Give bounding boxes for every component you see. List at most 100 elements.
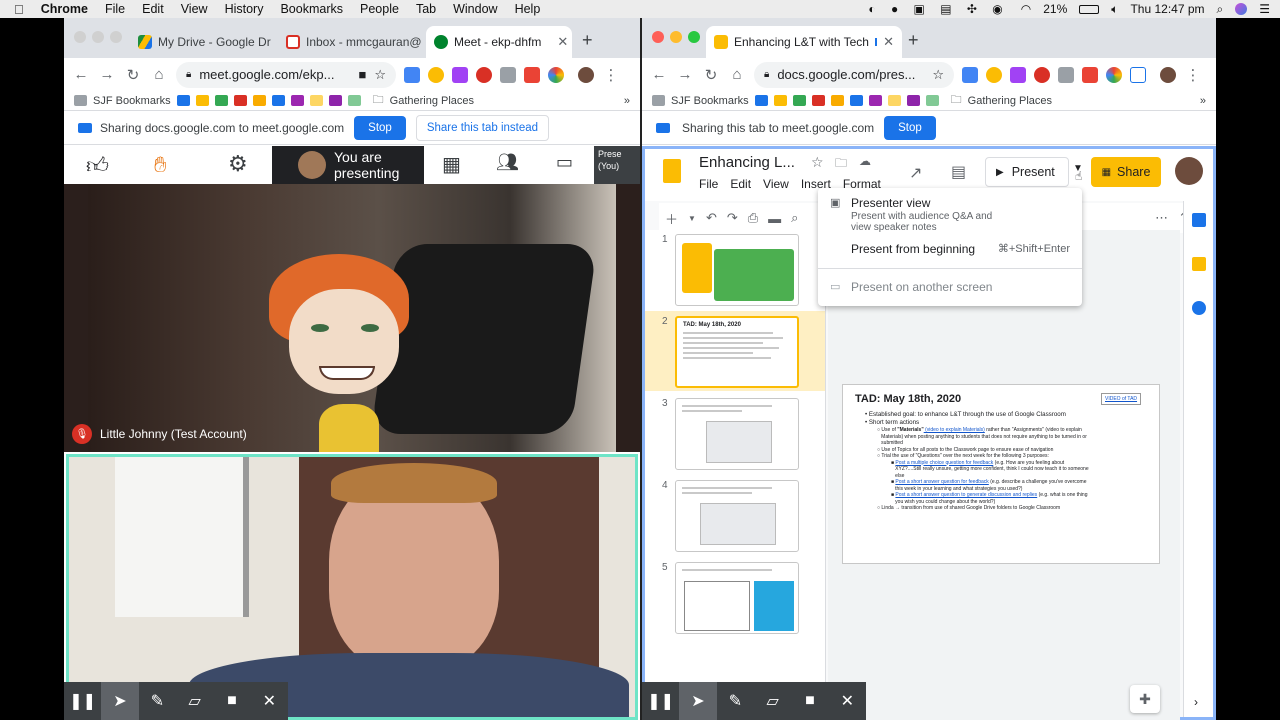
slide-thumbnail-5[interactable] bbox=[675, 562, 799, 634]
extension-icon[interactable] bbox=[452, 66, 468, 83]
siri-icon[interactable] bbox=[1235, 3, 1248, 15]
bookmark-icon[interactable] bbox=[925, 95, 939, 106]
bookmark-sjf[interactable]: SJF Bookmarks bbox=[671, 95, 749, 107]
move-folder-icon[interactable]: 🗀 bbox=[835, 154, 847, 175]
new-tab-button[interactable]: + bbox=[582, 30, 593, 51]
bookmark-icon[interactable] bbox=[868, 95, 882, 106]
browser-menu-icon[interactable]: ⋮ bbox=[598, 66, 624, 84]
menu-edit[interactable]: Edit bbox=[730, 177, 751, 191]
self-video-tile[interactable] bbox=[66, 454, 638, 720]
bookmark-sjf[interactable]: SJF Bookmarks bbox=[93, 95, 171, 107]
bookmark-icon[interactable] bbox=[849, 95, 863, 106]
extension-icon[interactable] bbox=[1106, 66, 1122, 83]
extension-icon[interactable] bbox=[428, 66, 444, 83]
slide-thumbnail-1[interactable] bbox=[675, 234, 799, 306]
bookmark-icon[interactable] bbox=[309, 95, 323, 106]
stop-sharing-button[interactable]: Stop bbox=[354, 115, 406, 140]
stop-sharing-button[interactable]: Stop bbox=[884, 115, 936, 140]
extension-icon[interactable] bbox=[962, 66, 978, 83]
menu-view[interactable]: View bbox=[181, 2, 208, 16]
menu-app-name[interactable]: Chrome bbox=[41, 2, 88, 16]
close-tab-icon[interactable]: ✕ bbox=[883, 34, 894, 50]
menu-history[interactable]: History bbox=[225, 2, 264, 16]
extension-icon[interactable] bbox=[1130, 66, 1146, 83]
expand-panel-icon[interactable]: › bbox=[1194, 695, 1198, 709]
pen-icon[interactable]: ✎ bbox=[139, 682, 176, 720]
raise-hand-icon[interactable]: ✋︎ bbox=[154, 152, 167, 178]
menu-file[interactable]: File bbox=[699, 177, 718, 191]
comments-icon[interactable]: ▤ bbox=[951, 162, 966, 182]
main-video-tile[interactable]: 🎙︎ Little Johnny (Test Account) bbox=[64, 184, 640, 452]
window-close-button[interactable] bbox=[652, 31, 664, 43]
tab-slides[interactable]: Enhancing L&T with Tech ✕ bbox=[706, 26, 902, 58]
slide-thumbnail-4[interactable] bbox=[675, 480, 799, 552]
menu-file[interactable]: File bbox=[105, 2, 125, 16]
bookmark-icon[interactable] bbox=[271, 95, 285, 106]
back-icon[interactable]: ← bbox=[68, 66, 94, 83]
gmail-bookmark-icon[interactable] bbox=[233, 95, 247, 106]
battery-icon[interactable] bbox=[1079, 4, 1100, 14]
slide-thumbnail-2[interactable]: TAD: May 18th, 2020 bbox=[675, 316, 799, 388]
bookmark-icon[interactable] bbox=[347, 95, 361, 106]
extension-icon[interactable] bbox=[986, 66, 1002, 83]
extension-icon[interactable] bbox=[476, 66, 492, 83]
new-slide-icon[interactable]: ＋ bbox=[665, 209, 678, 228]
tasks-icon[interactable] bbox=[1192, 301, 1206, 315]
menu-bookmarks[interactable]: Bookmarks bbox=[280, 2, 343, 16]
reload-icon[interactable]: ↻ bbox=[120, 66, 146, 84]
extension-icon[interactable] bbox=[1010, 66, 1026, 83]
redo-icon[interactable]: ↷ bbox=[727, 210, 738, 226]
video-of-tad-link[interactable]: VIDEO of TAD bbox=[1101, 393, 1142, 405]
highlighter-icon[interactable]: ▱ bbox=[754, 682, 791, 720]
tab-my-drive[interactable]: My Drive - Google Dr ✕ bbox=[130, 26, 276, 58]
camera-icon[interactable]: ■ bbox=[791, 682, 828, 720]
apps-icon[interactable] bbox=[74, 95, 87, 106]
window-minimize-button[interactable] bbox=[670, 31, 682, 43]
close-tab-icon[interactable]: ✕ bbox=[557, 34, 568, 50]
menu-window[interactable]: Window bbox=[453, 2, 497, 16]
tab-meet[interactable]: Meet - ekp-dhfm ✕ bbox=[426, 26, 572, 58]
highlighter-icon[interactable]: ▱ bbox=[176, 682, 213, 720]
bookmark-icon[interactable] bbox=[906, 95, 920, 106]
menu-help[interactable]: Help bbox=[515, 2, 541, 16]
volume-icon[interactable]: 🔈︎ bbox=[1111, 2, 1118, 17]
extension-icon[interactable] bbox=[500, 66, 516, 83]
drive-bookmark-icon[interactable] bbox=[214, 95, 228, 106]
profile-avatar[interactable] bbox=[578, 66, 594, 83]
cloud-status-icon[interactable]: ☁︎ bbox=[859, 154, 871, 168]
bookmark-icon[interactable] bbox=[328, 95, 342, 106]
calendar-bookmark-icon[interactable] bbox=[754, 95, 768, 106]
document-title[interactable]: Enhancing L... bbox=[699, 154, 795, 171]
notification-center-icon[interactable]: ☰ bbox=[1259, 2, 1270, 16]
extension-icon[interactable] bbox=[1058, 66, 1074, 83]
apple-icon[interactable]:  bbox=[14, 2, 24, 17]
wifi-icon[interactable]: ◠ bbox=[1021, 2, 1031, 16]
address-bar[interactable]: 🔒︎ docs.google.com/pres... ☆ bbox=[754, 61, 954, 88]
menu-tab[interactable]: Tab bbox=[416, 2, 436, 16]
zoom-icon[interactable]: ⌕ bbox=[791, 210, 798, 226]
new-slide-dropdown-icon[interactable]: ▼ bbox=[688, 214, 696, 223]
keep-icon[interactable] bbox=[1192, 257, 1206, 271]
profile-avatar[interactable] bbox=[1160, 66, 1176, 83]
star-icon[interactable]: ☆ bbox=[811, 154, 824, 171]
pointer-icon[interactable]: ➤ bbox=[101, 682, 139, 720]
share-button[interactable]: ▦ Share bbox=[1091, 157, 1161, 187]
bookmark-icon[interactable] bbox=[290, 95, 304, 106]
address-bar[interactable]: 🔒︎ meet.google.com/ekp... ■ ☆ bbox=[176, 61, 396, 88]
more-options-icon[interactable]: ⋯ bbox=[1155, 210, 1168, 226]
bookmark-icon[interactable] bbox=[195, 95, 209, 106]
clock[interactable]: Thu 12:47 pm bbox=[1130, 2, 1204, 16]
slide-thumbnail-3[interactable] bbox=[675, 398, 799, 470]
pen-icon[interactable]: ✎ bbox=[717, 682, 754, 720]
chat-icon[interactable]: ▭ bbox=[556, 152, 573, 173]
apps-icon[interactable] bbox=[652, 95, 665, 106]
extension-icon[interactable] bbox=[548, 66, 564, 83]
star-icon[interactable]: ☆ bbox=[932, 67, 944, 83]
camera-icon[interactable]: ■ bbox=[213, 682, 250, 720]
explore-button[interactable]: ✚ bbox=[1130, 685, 1160, 713]
bookmark-icon[interactable] bbox=[830, 95, 844, 106]
bookmark-gathering-places[interactable]: Gathering Places bbox=[390, 95, 474, 107]
home-icon[interactable]: ⌂ bbox=[146, 66, 172, 83]
bookmark-icon[interactable] bbox=[773, 95, 787, 106]
presenting-indicator[interactable]: You are presenting bbox=[272, 146, 424, 184]
